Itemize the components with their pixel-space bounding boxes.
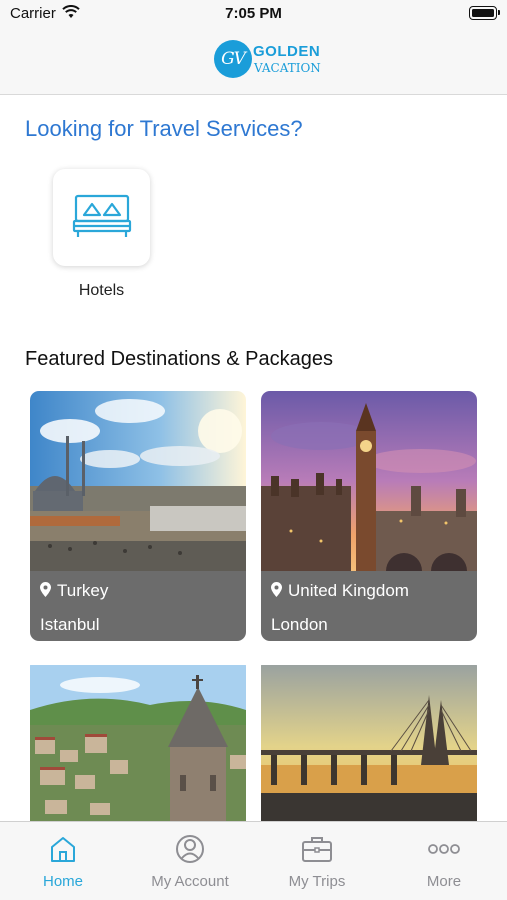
location-pin-icon [271,582,282,597]
tab-my-trips-label: My Trips [288,873,346,890]
hotels-tile[interactable] [53,169,150,266]
tab-my-account-label: My Account [151,873,229,890]
briefcase-icon [302,837,332,862]
tab-more[interactable]: More [381,822,507,900]
logo-badge: GV [214,40,252,78]
tab-bar: Home My Account My Trips More [0,821,507,900]
old-town-photo [30,665,246,821]
country-text: Turkey [57,581,109,600]
tab-home-label: Home [42,873,83,890]
destination-card-london[interactable]: United Kingdom London [261,391,477,641]
card-country: United Kingdom [271,581,409,601]
card-info: Turkey Istanbul [30,571,246,641]
golden-vacation-logo[interactable]: GV GOLDEN VACATION [214,40,324,80]
tab-more-label: More [426,873,462,890]
destination-card-4[interactable] [261,657,477,821]
clock: 7:05 PM [225,5,282,22]
bridge-photo [261,665,477,821]
destination-card-3[interactable] [30,657,246,821]
bed-icon [72,194,132,237]
featured-destinations-title: Featured Destinations & Packages [25,348,333,370]
istanbul-photo [30,391,246,571]
card-info: United Kingdom London [261,571,477,641]
more-icon [428,844,460,854]
logo-word-vacation: VACATION [254,61,321,75]
tab-home[interactable]: Home [0,822,126,900]
tab-my-account[interactable]: My Account [127,822,253,900]
card-city: Istanbul [40,615,100,634]
travel-services-title: Looking for Travel Services? [25,116,303,141]
country-text: United Kingdom [288,581,409,600]
card-country: Turkey [40,581,108,601]
hotels-label: Hotels [78,282,125,299]
destination-card-istanbul[interactable]: Turkey Istanbul [30,391,246,641]
battery-icon [469,6,500,20]
app-header: GV GOLDEN VACATION [0,28,507,95]
location-pin-icon [40,582,51,597]
london-photo [261,391,477,571]
tab-my-trips[interactable]: My Trips [254,822,380,900]
logo-word-golden: GOLDEN [253,43,321,60]
status-bar: Carrier 7:05 PM [0,0,507,28]
account-icon [176,835,204,863]
card-city: London [271,615,328,634]
home-icon [51,837,75,862]
